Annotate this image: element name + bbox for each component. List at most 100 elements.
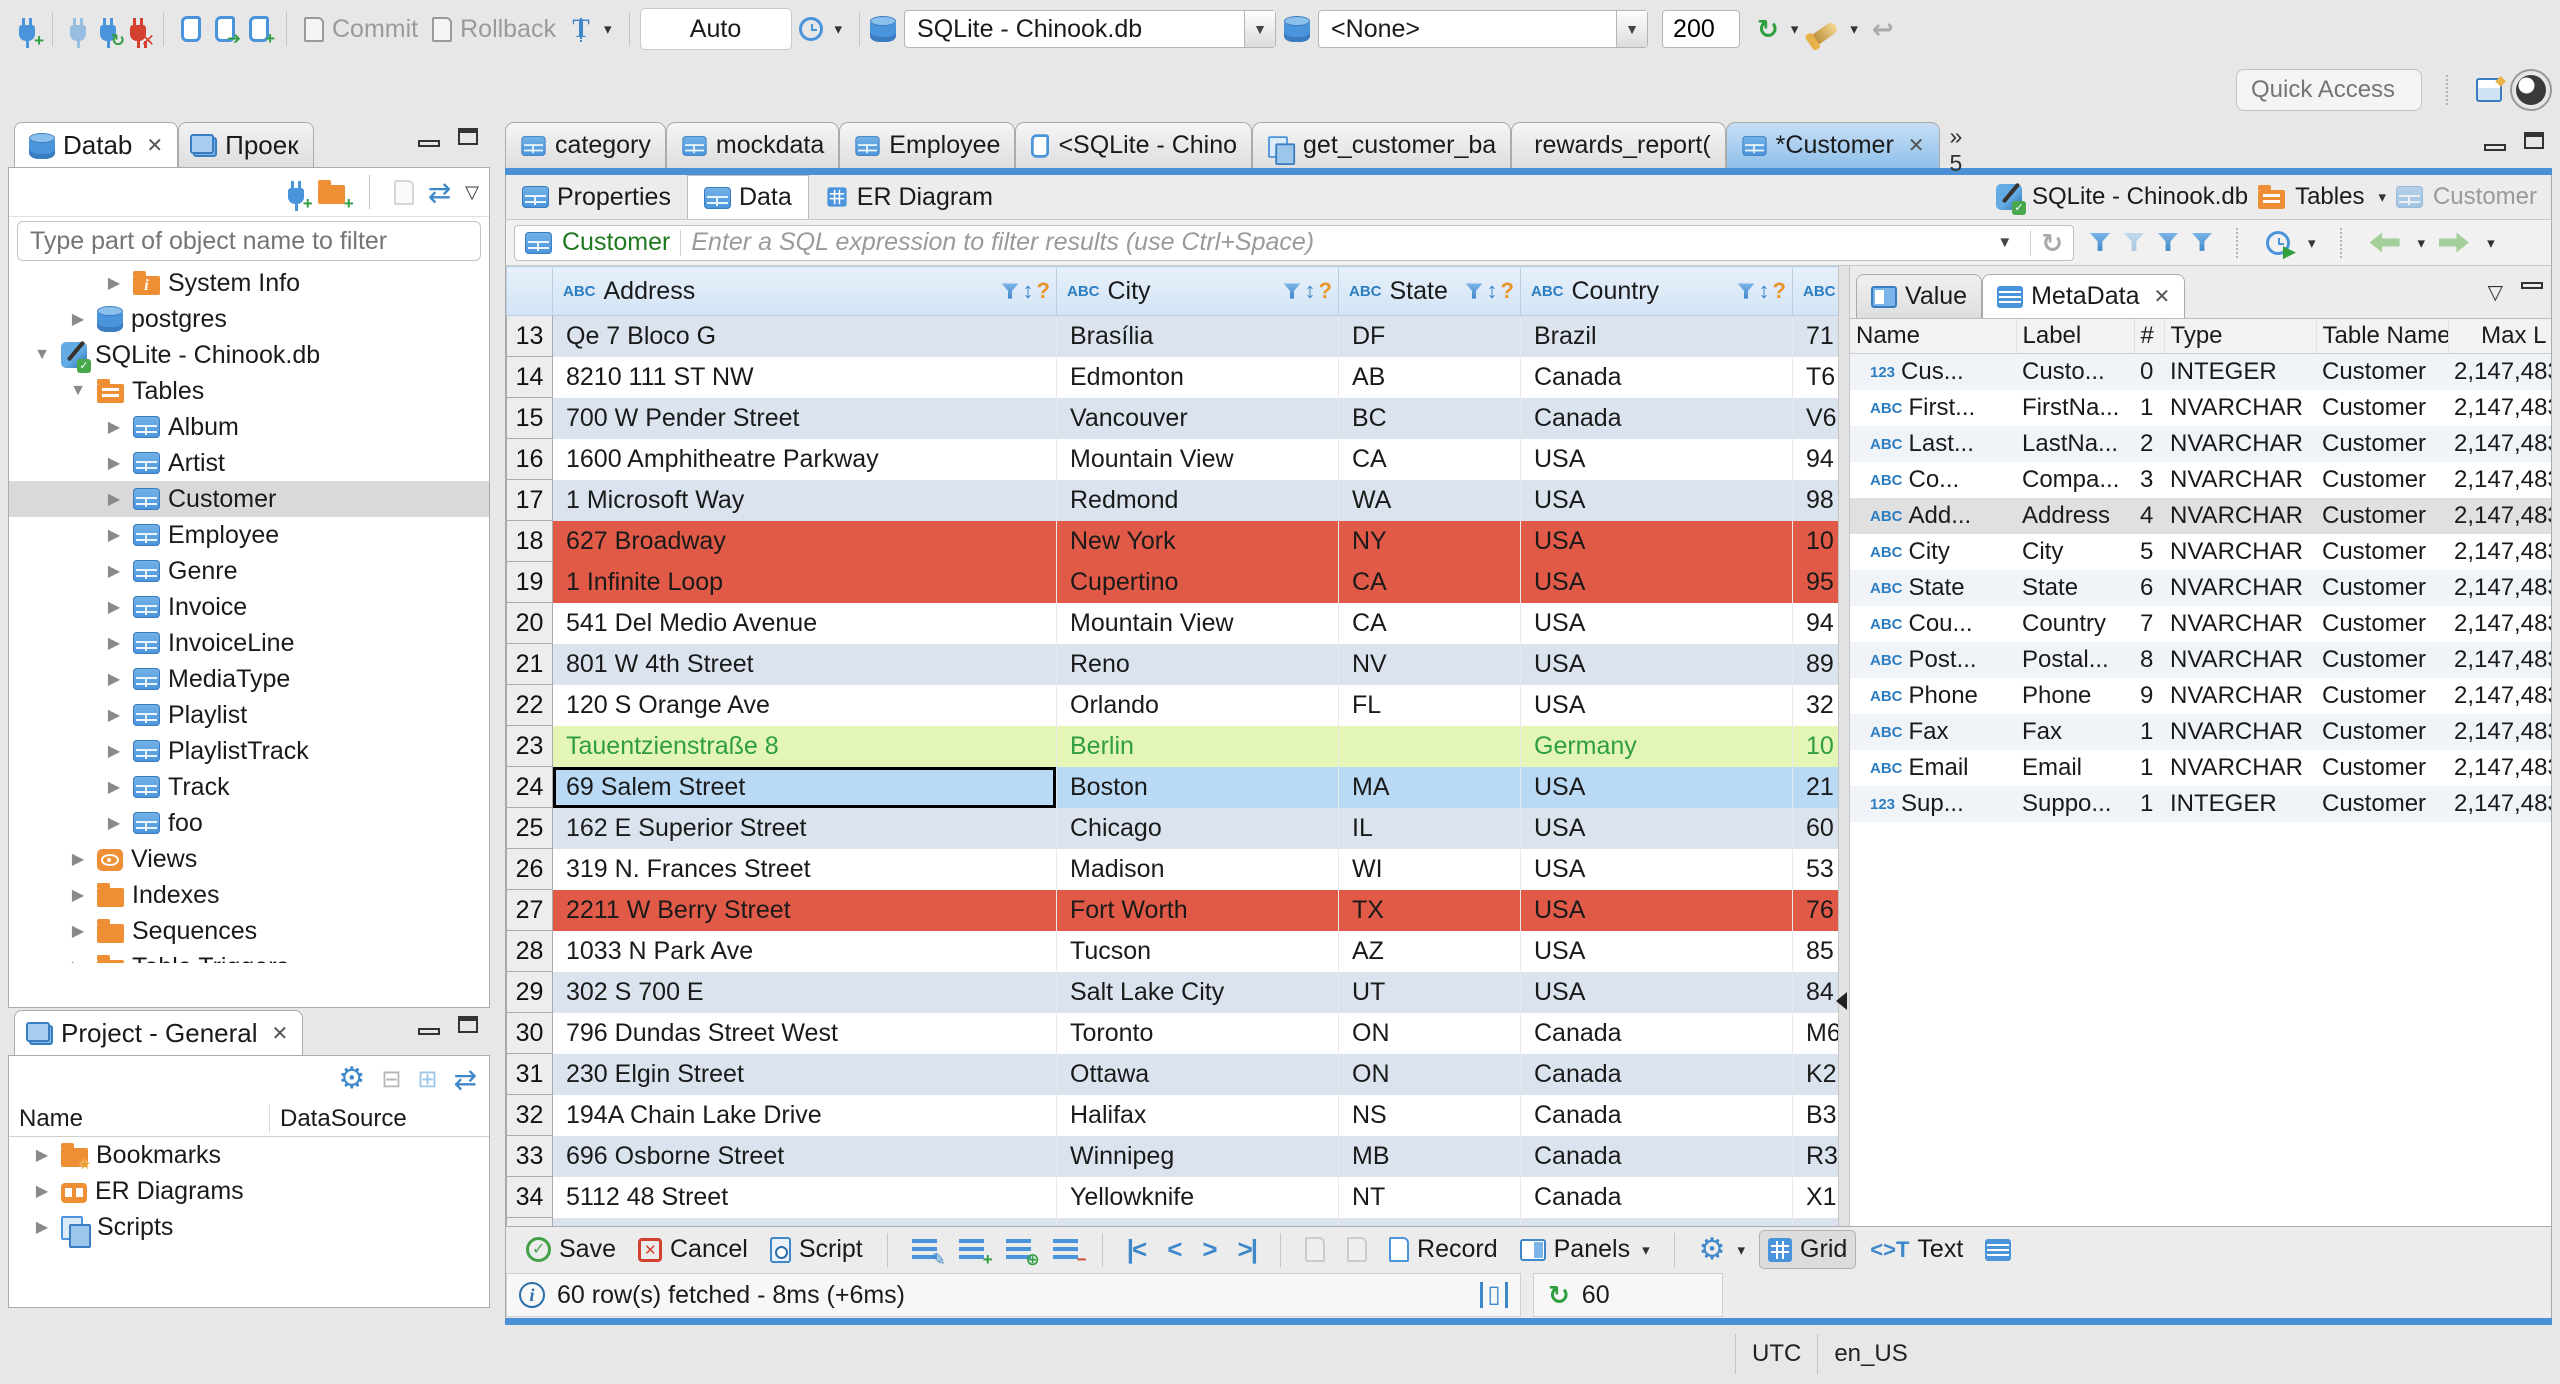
filter-icon[interactable] bbox=[1283, 282, 1301, 299]
cell-max-length[interactable]: 2,147,483 bbox=[2448, 606, 2551, 642]
cell-clipped[interactable]: 94 bbox=[1792, 602, 1838, 644]
cell-country[interactable]: USA bbox=[1520, 848, 1793, 890]
cell-ordinal[interactable]: 2 bbox=[2134, 426, 2164, 462]
apply-filter-button[interactable]: ✓ bbox=[2090, 233, 2110, 251]
gear-icon[interactable]: ⚙ bbox=[338, 1064, 365, 1094]
text-view-button[interactable]: <>T Text bbox=[1862, 1231, 1971, 1268]
cell-city[interactable]: Tucson bbox=[1056, 930, 1339, 972]
close-icon[interactable]: ✕ bbox=[2153, 284, 2170, 309]
cell-city[interactable]: Mountain View bbox=[1056, 602, 1339, 644]
cell-country[interactable]: USA bbox=[1520, 971, 1793, 1013]
row-number-cell[interactable]: 23 bbox=[506, 725, 553, 767]
cell-address[interactable]: 319 N. Frances Street bbox=[552, 848, 1057, 890]
go-to-row-button[interactable] bbox=[1297, 1233, 1333, 1266]
cell-address[interactable]: 162 E Superior Street bbox=[552, 807, 1057, 849]
breadcrumb-connection[interactable]: SQLite - Chinook.db bbox=[2032, 183, 2248, 211]
minimize-button[interactable] bbox=[2521, 282, 2543, 289]
cell-table-name[interactable]: Customer bbox=[2316, 606, 2448, 642]
cell-label[interactable]: Fax bbox=[2016, 714, 2134, 750]
cell-column-name[interactable]: ABC Cou... bbox=[1850, 606, 2016, 642]
cell-clipped[interactable]: R3 bbox=[1792, 1135, 1838, 1177]
maximize-button[interactable] bbox=[458, 1016, 478, 1033]
reconnect-button[interactable]: ↻ bbox=[93, 11, 125, 49]
cell-type[interactable]: NVARCHAR bbox=[2164, 390, 2316, 426]
tree-item[interactable]: ▶ Indexes bbox=[9, 877, 489, 913]
cell-ordinal[interactable]: 1 bbox=[2134, 714, 2164, 750]
tree-expander-icon[interactable]: ▶ bbox=[31, 1145, 53, 1165]
cell-address[interactable]: 627 Broadway bbox=[552, 520, 1057, 562]
tree-expander-icon[interactable]: ▼ bbox=[31, 346, 53, 364]
cell-type[interactable]: NVARCHAR bbox=[2164, 534, 2316, 570]
cell-address[interactable]: Tauentzienstraße 8 bbox=[552, 725, 1057, 767]
project-tree-item[interactable]: ▶ Scripts bbox=[9, 1209, 489, 1248]
row-number-cell[interactable]: 14 bbox=[506, 356, 553, 398]
cell-clipped[interactable]: 21 bbox=[1792, 766, 1838, 808]
cell-column-name[interactable]: ABC First... bbox=[1850, 390, 2016, 426]
editor-tab[interactable]: *Customer ✕ bbox=[1725, 122, 1940, 168]
tree-expander-icon[interactable]: ▶ bbox=[103, 489, 125, 509]
script-button[interactable]: Script bbox=[762, 1231, 871, 1268]
grid-column-header-clipped[interactable]: ABC bbox=[1792, 266, 1838, 316]
cell-city[interactable]: Madison bbox=[1056, 848, 1339, 890]
cell-column-name[interactable]: ABC City bbox=[1850, 534, 2016, 570]
cell-country[interactable]: Canada bbox=[1520, 1053, 1793, 1095]
cell-city[interactable]: Halifax bbox=[1056, 1094, 1339, 1136]
cell-city[interactable]: Ottawa bbox=[1056, 1053, 1339, 1095]
cell-label[interactable]: FirstNa... bbox=[2016, 390, 2134, 426]
row-number-cell[interactable]: 22 bbox=[506, 684, 553, 726]
grid-column-header[interactable]: ABC Address ↕ ? bbox=[552, 266, 1057, 316]
open-perspective-button[interactable] bbox=[2476, 72, 2506, 102]
row-number-cell[interactable]: 30 bbox=[506, 1012, 553, 1054]
tree-item[interactable]: ▶ MediaType bbox=[9, 661, 489, 697]
cell-state[interactable]: FL bbox=[1338, 684, 1521, 726]
tree-expander-icon[interactable]: ▶ bbox=[31, 1181, 53, 1201]
previous-row-button[interactable]: < bbox=[1159, 1234, 1188, 1265]
cell-max-length[interactable]: 2,147,483 bbox=[2448, 353, 2551, 390]
cell-city[interactable]: New York bbox=[1056, 520, 1339, 562]
tree-item[interactable]: ▶ System Info bbox=[9, 265, 489, 301]
cell-clipped[interactable]: 53 bbox=[1792, 848, 1838, 890]
cell-type[interactable]: NVARCHAR bbox=[2164, 642, 2316, 678]
cell-state[interactable]: BC bbox=[1338, 397, 1521, 439]
search-metadata-button[interactable]: ▾ bbox=[1805, 13, 1865, 46]
cell-clipped[interactable]: V6 bbox=[1792, 397, 1838, 439]
tree-item[interactable]: ▶ Invoice bbox=[9, 589, 489, 625]
cell-country[interactable]: Canada bbox=[1520, 1094, 1793, 1136]
dropdown-button[interactable]: ▼ bbox=[1616, 11, 1648, 47]
cell-state[interactable]: IL bbox=[1338, 807, 1521, 849]
cell-max-length[interactable]: 2,147,483 bbox=[2448, 570, 2551, 606]
custom-filter-button[interactable] bbox=[2192, 233, 2212, 251]
metadata-column-header[interactable]: # bbox=[2134, 319, 2165, 354]
row-number-cell[interactable]: 25 bbox=[506, 807, 553, 849]
cell-state[interactable]: UT bbox=[1338, 971, 1521, 1013]
cell-clipped[interactable]: 94 bbox=[1792, 438, 1838, 480]
tree-expander-icon[interactable]: ▶ bbox=[103, 525, 125, 545]
quick-access-input[interactable] bbox=[2236, 69, 2422, 111]
row-number-cell[interactable]: 15 bbox=[506, 397, 553, 439]
cell-address[interactable]: 1033 N Park Ave bbox=[552, 930, 1057, 972]
save-button[interactable]: Save bbox=[518, 1231, 624, 1268]
tab-projects[interactable]: Проек bbox=[178, 122, 314, 168]
close-icon[interactable]: ✕ bbox=[1908, 133, 1925, 158]
cell-clipped[interactable]: 60 bbox=[1792, 807, 1838, 849]
panels-button[interactable]: Panels ▾ bbox=[1512, 1231, 1658, 1268]
tree-expander-icon[interactable]: ▶ bbox=[67, 921, 89, 941]
cell-city[interactable]: Berlin bbox=[1056, 725, 1339, 767]
cell-city[interactable]: Mountain View bbox=[1056, 438, 1339, 480]
cell-table-name[interactable]: Customer bbox=[2316, 642, 2448, 678]
cell-city[interactable]: Toronto bbox=[1056, 1012, 1339, 1054]
cell-state[interactable] bbox=[1338, 725, 1521, 767]
calc-panel-button[interactable] bbox=[1977, 1235, 2019, 1265]
cell-ordinal[interactable]: 1 bbox=[2134, 390, 2164, 426]
cell-country[interactable]: Germany bbox=[1520, 725, 1793, 767]
cell-clipped[interactable]: K2 bbox=[1792, 1053, 1838, 1095]
cell-country[interactable]: USA bbox=[1520, 684, 1793, 726]
cell-state[interactable]: CA bbox=[1338, 561, 1521, 603]
cell-max-length[interactable]: 2,147,483 bbox=[2448, 714, 2551, 750]
cell-state[interactable]: NV bbox=[1338, 643, 1521, 685]
cell-label[interactable]: Compa... bbox=[2016, 462, 2134, 498]
cell-city[interactable]: Fort Worth bbox=[1056, 889, 1339, 931]
project-tree-item[interactable]: ▶ ER Diagrams bbox=[9, 1173, 489, 1209]
column-header-name[interactable]: Name bbox=[9, 1105, 270, 1133]
sort-icon[interactable]: ↕ bbox=[1305, 278, 1316, 304]
